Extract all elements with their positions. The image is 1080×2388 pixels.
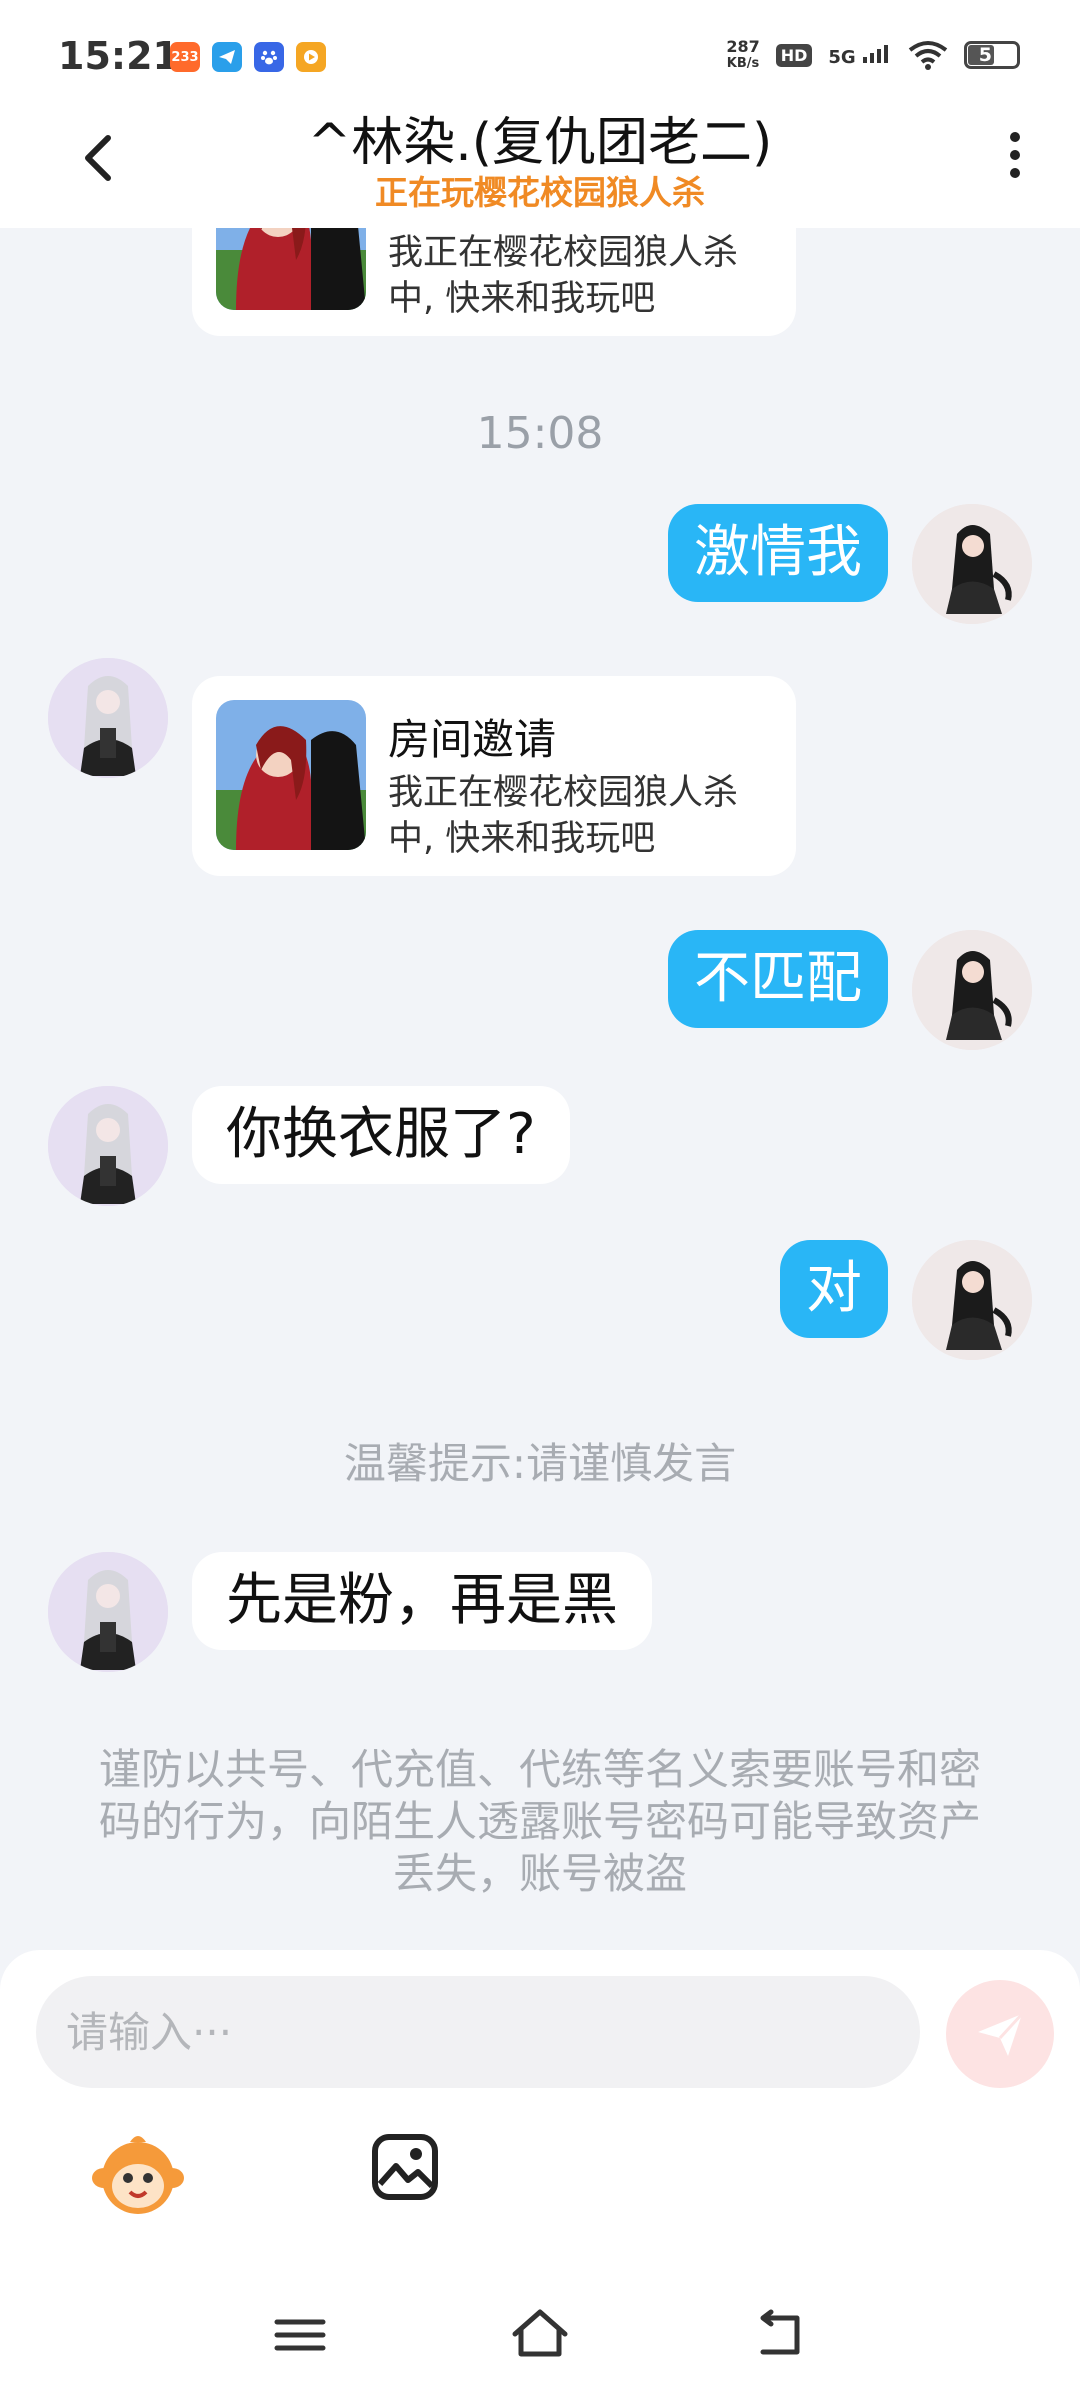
contact-avatar[interactable] [48, 658, 168, 778]
invite-card-partial[interactable]: 我正在樱花校园狼人杀中, 快来和我玩吧 [192, 228, 796, 336]
send-button[interactable] [946, 1980, 1054, 2088]
system-navbar [0, 2300, 1080, 2388]
battery-icon: 51 [964, 41, 1020, 69]
telegram-icon [212, 42, 242, 72]
baidu-paw-icon [254, 42, 284, 72]
fraud-warning: 谨防以共号、代充值、代练等名义索要账号和密码的行为，向陌生人透露账号密码可能导致… [98, 1745, 981, 1898]
contact-avatar[interactable] [48, 1086, 168, 1206]
game-thumbnail [216, 700, 366, 850]
emoji-mascot-icon[interactable] [90, 2130, 186, 2220]
contact-avatar[interactable] [48, 1552, 168, 1672]
status-app-icons: 233 [170, 42, 326, 72]
playing-status[interactable]: 正在玩樱花校园狼人杀 [0, 166, 1080, 214]
my-avatar[interactable] [912, 504, 1032, 624]
status-time: 15:21 [58, 34, 179, 78]
contact-name: ^林染.(复仇团老二) [307, 113, 773, 173]
status-bar: 15:21 233 287 KB/s HD 5G 51 [0, 0, 1080, 100]
invite-title: 房间邀请 [388, 715, 557, 764]
my-avatar[interactable] [912, 1240, 1032, 1360]
status-indicators: 287 KB/s HD 5G 51 [726, 38, 1020, 72]
outgoing-message[interactable]: 对 [780, 1240, 888, 1338]
message-list[interactable]: 我正在樱花校园狼人杀中, 快来和我玩吧 15:08 激情我 房间邀请 我正在樱花… [0, 228, 1080, 1948]
hd-badge: HD [775, 43, 813, 67]
outgoing-message[interactable]: 激情我 [668, 504, 888, 602]
wifi-icon [908, 41, 948, 70]
safety-hint: 温馨提示:请谨慎发言 [343, 1439, 737, 1488]
home-icon[interactable] [505, 2300, 575, 2370]
message-timestamp: 15:08 [476, 408, 604, 459]
incoming-message[interactable]: 你换衣服了? [192, 1086, 570, 1184]
outgoing-message[interactable]: 不匹配 [668, 930, 888, 1028]
more-options-icon[interactable] [1000, 126, 1030, 186]
menu-icon[interactable] [265, 2300, 335, 2370]
233-app-icon: 233 [170, 42, 200, 72]
network-type: 5G [828, 46, 856, 68]
invite-description: 我正在樱花校园狼人杀中, 快来和我玩吧 [388, 233, 739, 319]
send-icon [978, 2012, 1024, 2056]
my-avatar[interactable] [912, 930, 1032, 1050]
chat-header: ^林染.(复仇团老二) 正在玩樱花校园狼人杀 [0, 100, 1080, 228]
back-icon[interactable] [745, 2300, 815, 2370]
net-speed-unit: KB/s [726, 56, 760, 71]
message-input[interactable] [36, 1976, 920, 2088]
image-icon[interactable] [370, 2132, 440, 2202]
video-app-icon [296, 42, 326, 72]
room-invite-card[interactable]: 房间邀请 我正在樱花校园狼人杀中, 快来和我玩吧 [192, 676, 796, 876]
incoming-message[interactable]: 先是粉，再是黑 [192, 1552, 652, 1650]
net-speed-value: 287 [726, 37, 760, 56]
composer [0, 1950, 1080, 2388]
signal-icon: 5G [828, 43, 892, 68]
net-speed: 287 KB/s [726, 38, 759, 72]
game-thumbnail [216, 228, 366, 310]
battery-level: 51 [978, 44, 1006, 66]
invite-description: 我正在樱花校园狼人杀中, 快来和我玩吧 [388, 773, 739, 859]
